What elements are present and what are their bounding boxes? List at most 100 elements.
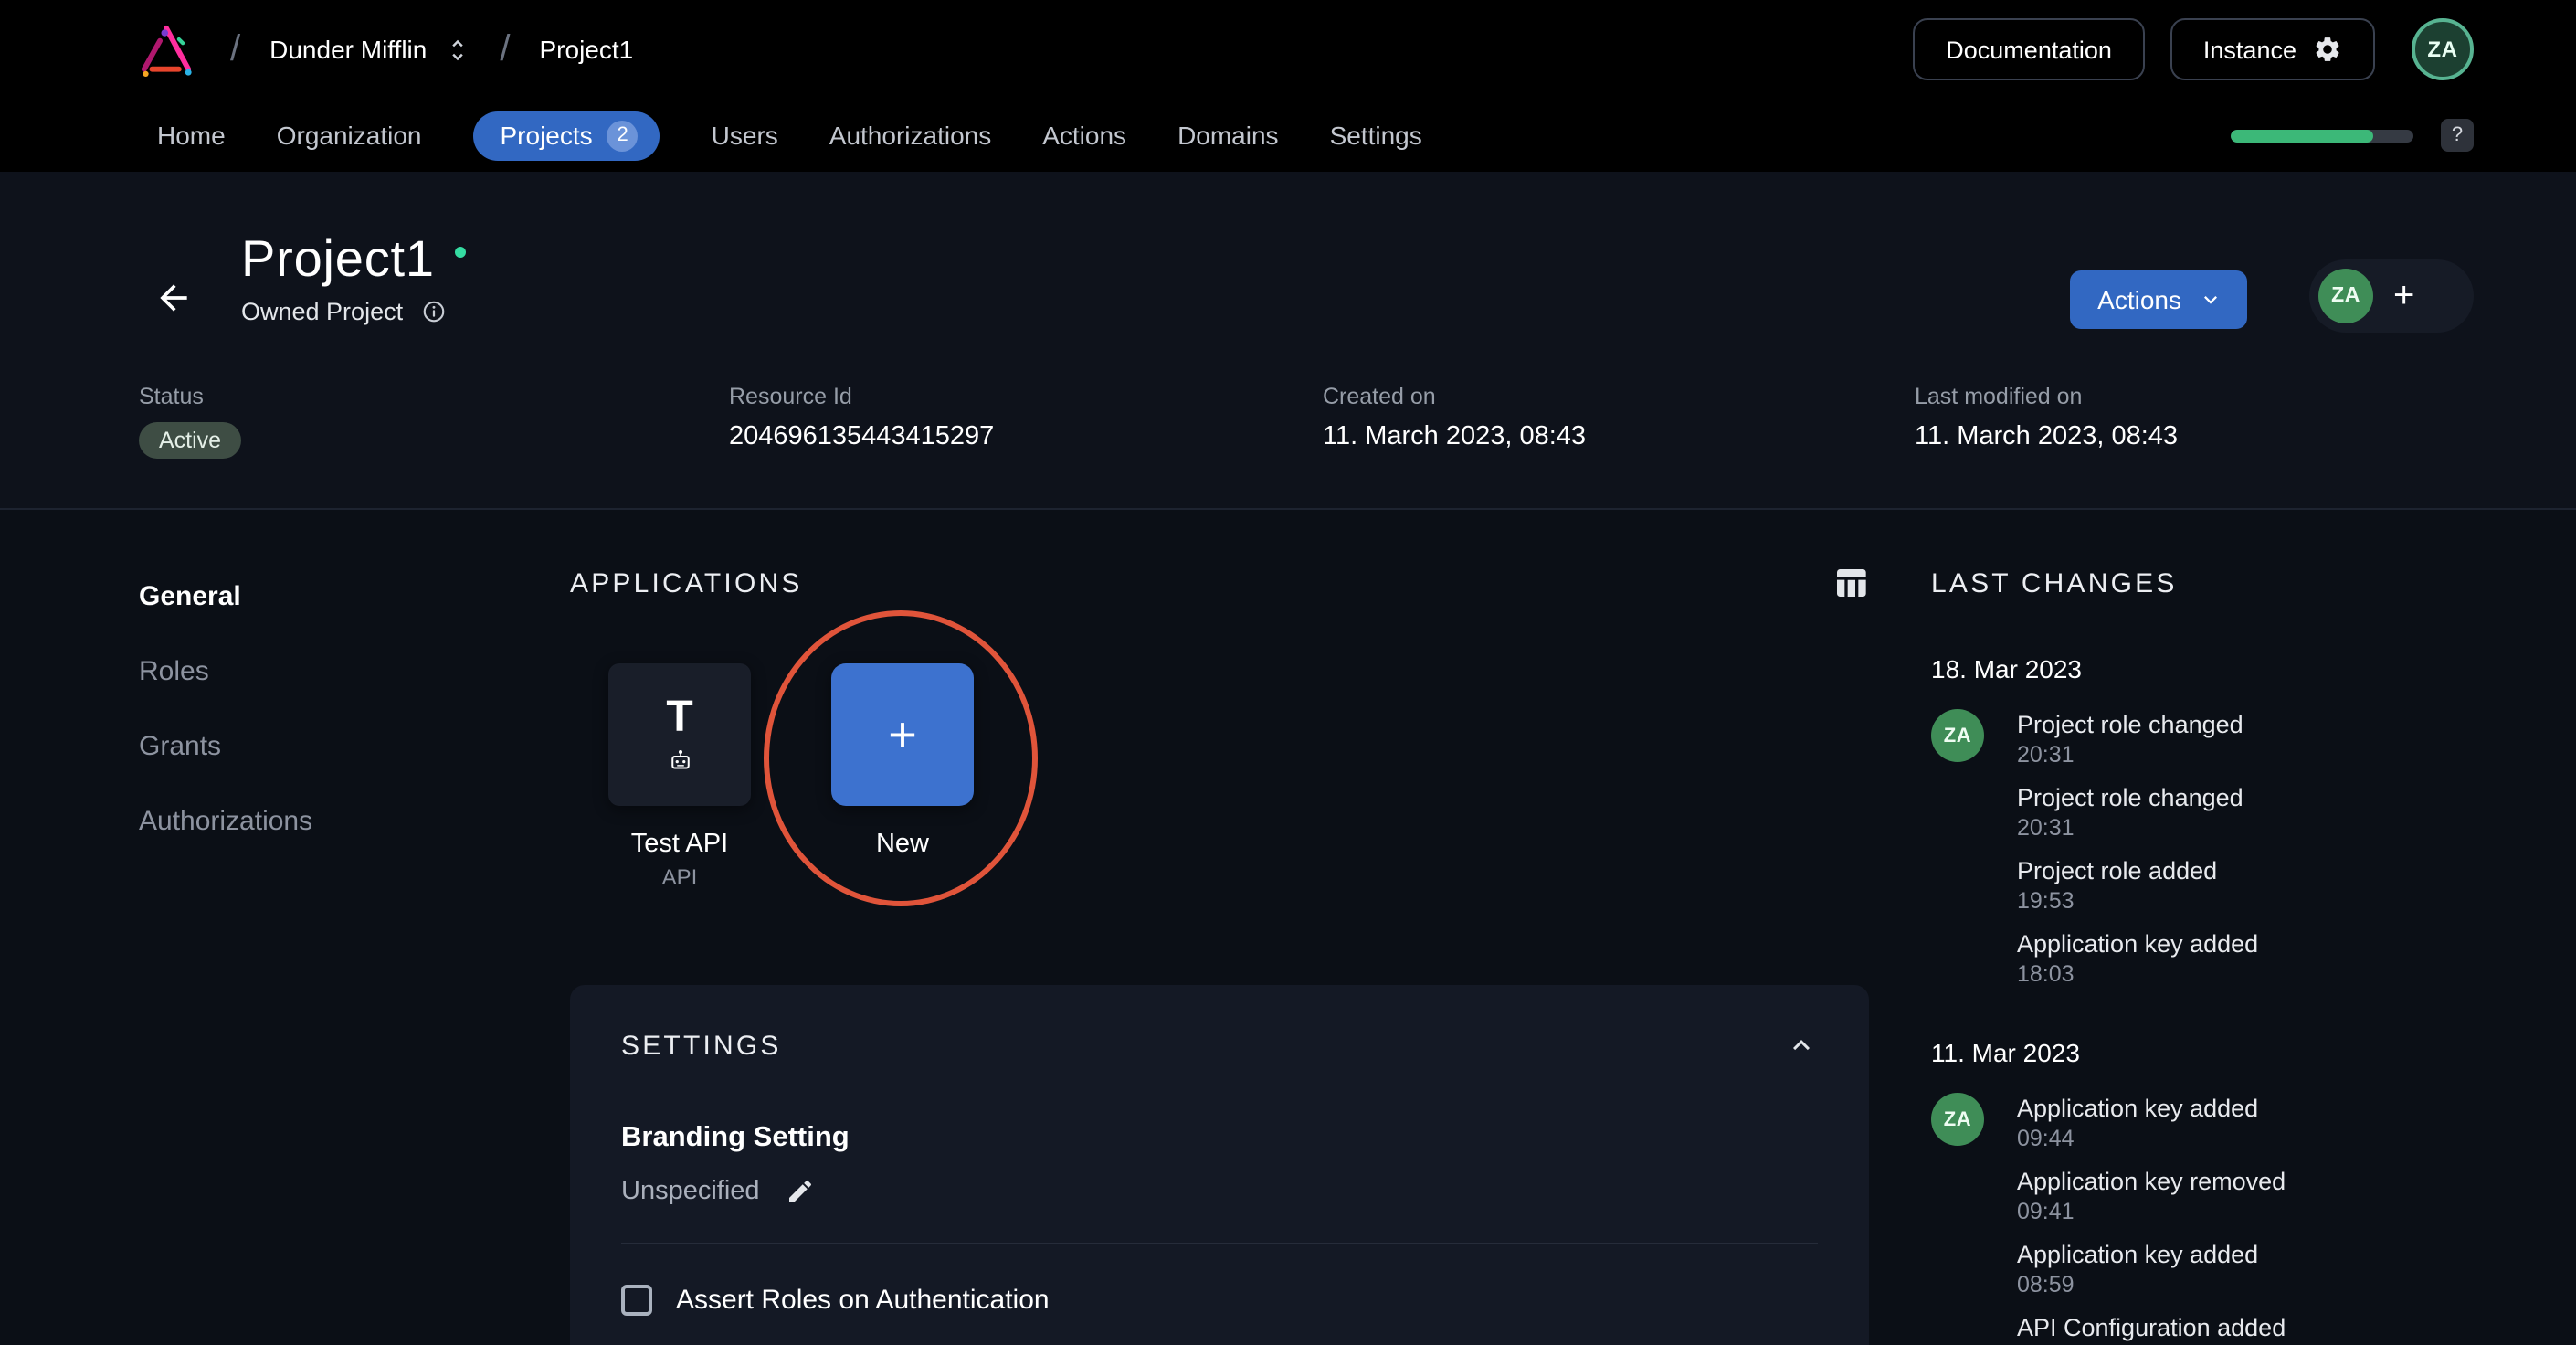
meta-resource-id: Resource Id 204696135443415297 <box>729 384 1323 459</box>
app-initial: T <box>666 692 693 741</box>
tab-authorizations[interactable]: Authorizations <box>829 121 991 150</box>
assert-roles-label: Assert Roles on Authentication <box>676 1285 1050 1316</box>
gear-icon <box>2316 37 2339 61</box>
tab-projects-label: Projects <box>500 121 593 150</box>
project-subtitle: Owned Project <box>241 298 404 325</box>
settings-title: SETTINGS <box>621 1030 782 1061</box>
change-time: 19:53 <box>2017 888 2075 914</box>
instance-button[interactable]: Instance <box>2170 18 2375 80</box>
change-entry[interactable]: Application key removed 09:41 <box>1931 1166 2534 1224</box>
help-glyph: ? <box>2451 124 2464 146</box>
app-type: API <box>661 864 698 890</box>
sidebar-item-roles[interactable]: Roles <box>139 654 523 691</box>
meta-resource-id-label: Resource Id <box>729 384 852 409</box>
sidebar-item-general[interactable]: General <box>139 579 523 616</box>
actions-button-label: Actions <box>2097 285 2181 314</box>
tab-domains[interactable]: Domains <box>1177 121 1279 150</box>
meta-created-on-label: Created on <box>1323 384 1436 409</box>
topbar-actions: Documentation Instance ZA <box>1913 18 2474 80</box>
app-card-test-api[interactable]: T Test API API <box>608 663 751 890</box>
back-arrow-icon[interactable] <box>153 278 194 318</box>
change-text: Project role changed <box>2017 784 2243 811</box>
breadcrumb: / Dunder Mifflin / Project1 <box>132 19 633 79</box>
usage-progress-bar <box>2231 129 2413 142</box>
new-app-card[interactable]: + New <box>831 663 974 890</box>
change-text: Project role added <box>2017 857 2218 884</box>
change-entry[interactable]: Application key added 08:59 <box>1931 1239 2534 1297</box>
member-avatar-initials: ZA <box>2331 285 2360 307</box>
documentation-label: Documentation <box>1946 36 2112 63</box>
user-avatar-initials: ZA <box>2427 37 2458 62</box>
meta-resource-id-value: 204696135443415297 <box>729 422 995 451</box>
documentation-button[interactable]: Documentation <box>1913 18 2145 80</box>
tab-projects[interactable]: Projects 2 <box>472 111 660 160</box>
new-app-tile[interactable]: + <box>831 663 974 806</box>
table-view-icon[interactable] <box>1832 565 1869 601</box>
app-name: Test API <box>630 830 729 859</box>
tab-home[interactable]: Home <box>157 121 226 150</box>
tab-settings[interactable]: Settings <box>1330 121 1422 150</box>
meta-status: Status Active <box>139 384 729 459</box>
checkbox[interactable] <box>621 1285 652 1316</box>
robot-icon <box>670 749 689 768</box>
project-title: Project1 <box>241 230 435 287</box>
last-changes-title: LAST CHANGES <box>1931 568 2178 599</box>
edit-pencil-icon[interactable] <box>786 1177 815 1206</box>
help-button[interactable]: ? <box>2441 119 2474 152</box>
topbar: / Dunder Mifflin / Project1 Documentatio… <box>0 0 2576 99</box>
sidebar-item-authorizations[interactable]: Authorizations <box>139 804 523 841</box>
change-time: 09:44 <box>2017 1126 2075 1151</box>
change-time: 09:41 <box>2017 1199 2075 1224</box>
chevron-up-icon[interactable] <box>1785 1029 1818 1062</box>
change-entry[interactable]: ZA Application key added 09:44 <box>1931 1093 2534 1151</box>
usage-progress-fill <box>2231 129 2373 142</box>
chevron-down-icon <box>2204 296 2217 304</box>
change-text: Application key added <box>2017 1095 2259 1122</box>
actions-button[interactable]: Actions <box>2070 270 2247 329</box>
meta-last-modified-label: Last modified on <box>1915 384 2083 409</box>
add-member-button[interactable]: + <box>2393 278 2414 314</box>
meta-status-label: Status <box>139 384 204 409</box>
change-entry[interactable]: Project role added 19:53 <box>1931 855 2534 914</box>
status-badge: Active <box>139 422 242 459</box>
org-switcher[interactable]: Dunder Mifflin <box>269 35 470 64</box>
applications-list: T Test API API + New <box>608 663 1869 890</box>
instance-label: Instance <box>2202 36 2296 63</box>
change-entry[interactable]: Application key added 18:03 <box>1931 928 2534 987</box>
app-logo-icon[interactable] <box>132 19 201 79</box>
change-entry[interactable]: ZA Project role changed 20:31 <box>1931 709 2534 768</box>
info-icon[interactable] <box>419 298 447 325</box>
section-menu: General Roles Grants Authorizations <box>139 510 523 879</box>
meta-last-modified-value: 11. March 2023, 08:43 <box>1915 422 2179 451</box>
tab-organization[interactable]: Organization <box>277 121 422 150</box>
project-active-dot <box>455 247 467 258</box>
change-text: Application key removed <box>2017 1168 2286 1195</box>
branding-setting-value: Unspecified <box>621 1177 760 1206</box>
change-entry[interactable]: Project role changed 20:31 <box>1931 782 2534 841</box>
screen: / Dunder Mifflin / Project1 Documentatio… <box>0 0 2576 1345</box>
console-page: / Dunder Mifflin / Project1 Documentatio… <box>0 0 2576 1345</box>
change-avatar: ZA <box>1931 1093 1984 1146</box>
change-time: 08:59 <box>2017 1272 2075 1297</box>
change-time: 20:31 <box>2017 742 2075 768</box>
member-avatar[interactable]: ZA <box>2318 269 2373 323</box>
plus-icon: + <box>888 706 917 761</box>
user-avatar[interactable]: ZA <box>2412 18 2474 80</box>
breadcrumb-separator: / <box>500 28 511 69</box>
center-column: APPLICATIONS T Test API API + New SETTIN… <box>570 510 1869 1345</box>
change-text: Project role changed <box>2017 711 2243 738</box>
project-members-group: ZA + <box>2309 259 2474 333</box>
settings-panel: SETTINGS Branding Setting Unspecified As… <box>570 985 1869 1345</box>
new-app-label: New <box>875 830 929 859</box>
tab-users[interactable]: Users <box>712 121 778 150</box>
tab-actions[interactable]: Actions <box>1042 121 1126 150</box>
assert-roles-checkbox-row[interactable]: Assert Roles on Authentication <box>621 1285 1818 1316</box>
change-entry[interactable]: API Configuration added 08:51 <box>1931 1312 2534 1345</box>
change-date: 18. Mar 2023 <box>1931 654 2082 683</box>
change-avatar: ZA <box>1931 709 1984 762</box>
change-date: 11. Mar 2023 <box>1931 1038 2080 1067</box>
meta-created-on-value: 11. March 2023, 08:43 <box>1323 422 1587 451</box>
breadcrumb-project[interactable]: Project1 <box>540 35 634 64</box>
settings-divider <box>621 1243 1818 1244</box>
sidebar-item-grants[interactable]: Grants <box>139 729 523 766</box>
